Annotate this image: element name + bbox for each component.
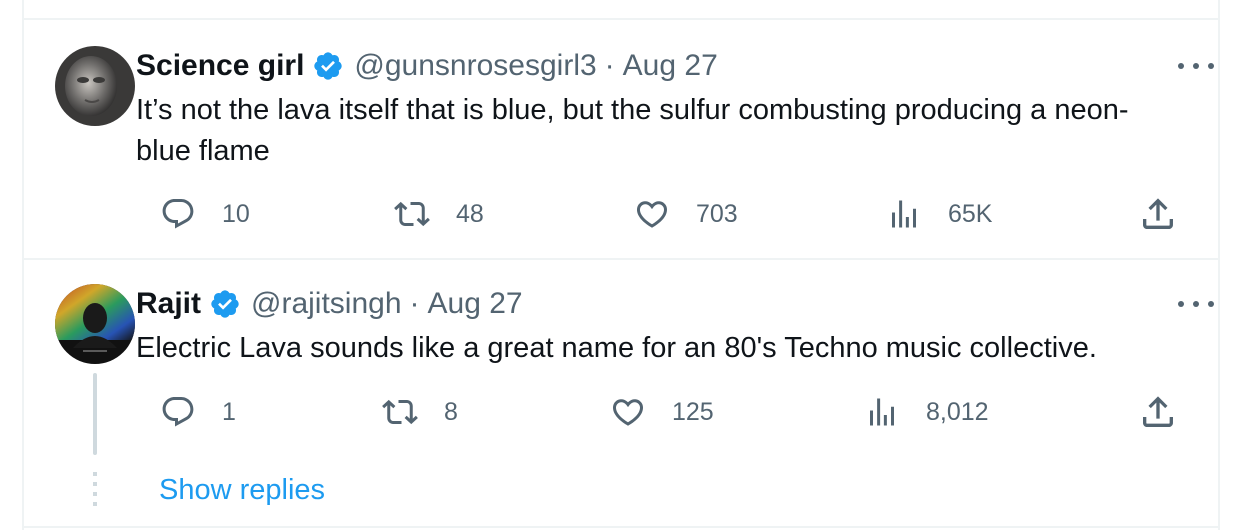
more-icon[interactable] [1178, 297, 1214, 311]
avatar-image [55, 284, 135, 364]
like-count: 125 [672, 397, 714, 426]
like-icon [636, 201, 668, 228]
views-icon [870, 398, 894, 426]
tweet-date[interactable]: Aug 27 [428, 286, 523, 322]
show-replies-link[interactable]: Show replies [159, 472, 325, 508]
separator: · [409, 287, 420, 320]
verified-badge-icon [312, 50, 344, 82]
share-button[interactable] [1138, 194, 1178, 239]
reply-button[interactable]: 1 [160, 392, 236, 432]
share-icon [1143, 396, 1173, 427]
avatar[interactable] [55, 46, 135, 126]
like-count: 703 [696, 199, 738, 228]
like-button[interactable]: 125 [610, 392, 714, 432]
more-icon[interactable] [1178, 59, 1214, 73]
views-button[interactable]: 65K [886, 194, 992, 234]
tweet-actions: 10 48 703 65K [136, 194, 1176, 234]
tweet-actions: 1 8 125 8,012 [136, 392, 1176, 432]
like-icon [612, 399, 644, 426]
separator: · [604, 49, 615, 82]
tweet-header: Rajit @rajitsingh · Aug 27 [136, 286, 523, 322]
like-button[interactable]: 703 [634, 194, 738, 234]
retweet-button[interactable]: 8 [382, 392, 458, 432]
tweet-text: It’s not the lava itself that is blue, b… [136, 94, 1129, 167]
author-handle[interactable]: @gunsnrosesgirl3 [354, 48, 596, 84]
reply-count: 1 [222, 397, 236, 426]
author-handle[interactable]: @rajitsingh [251, 286, 402, 322]
avatar[interactable] [55, 284, 135, 364]
verified-badge-icon [209, 288, 241, 320]
tweet-text: Electric Lava sounds like a great name f… [136, 332, 1097, 364]
retweet-count: 8 [444, 397, 458, 426]
views-button[interactable]: 8,012 [864, 392, 989, 432]
retweet-icon [394, 201, 430, 227]
thread-dots [93, 472, 97, 508]
reply-icon [162, 397, 194, 427]
views-icon [892, 200, 916, 228]
retweet-count: 48 [456, 199, 484, 228]
author-name[interactable]: Science girl [136, 48, 304, 84]
reply-icon [162, 199, 194, 229]
divider [22, 526, 1220, 528]
reply-count: 10 [222, 199, 250, 228]
retweet-button[interactable]: 48 [394, 194, 484, 234]
views-count: 8,012 [926, 397, 989, 426]
avatar-image [55, 46, 135, 126]
share-button[interactable] [1138, 392, 1178, 437]
reply-button[interactable]: 10 [160, 194, 250, 234]
author-name[interactable]: Rajit [136, 286, 201, 322]
share-icon [1143, 198, 1173, 229]
tweet-header: Science girl @gunsnrosesgirl3 · Aug 27 [136, 48, 718, 84]
tweet-date[interactable]: Aug 27 [623, 48, 718, 84]
thread-line [93, 373, 97, 455]
views-count: 65K [948, 199, 993, 228]
retweet-icon [382, 399, 418, 425]
